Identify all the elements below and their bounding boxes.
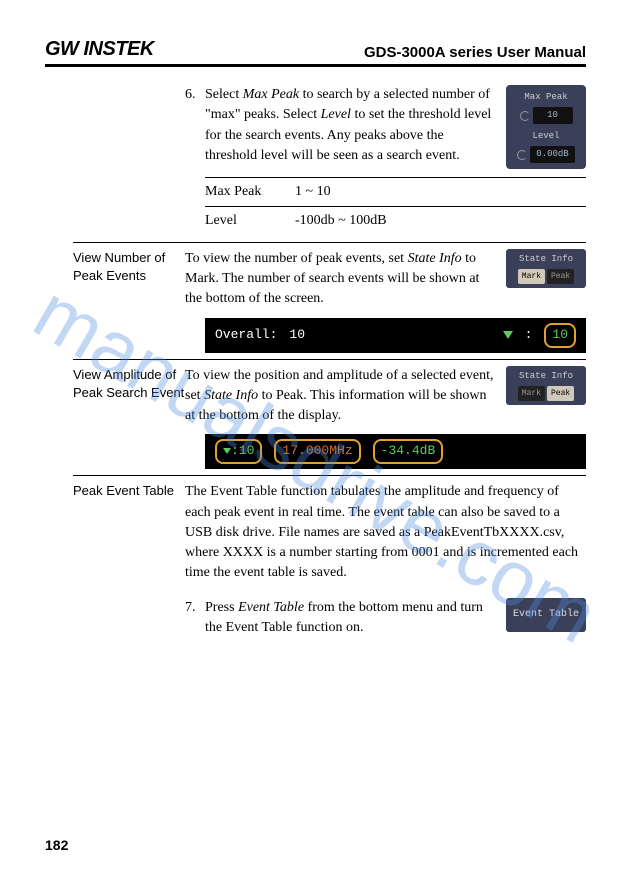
state-info-mark-panel: State Info Mark Peak (506, 249, 586, 310)
page-header: GW INSTEK GDS-3000A series User Manual (45, 38, 586, 67)
maxpeak-panel: Max Peak 10 Level 0.00dB (506, 85, 586, 169)
peak-table-text: The Event Table function tabulates the a… (185, 482, 586, 583)
spec-maxpeak: Max Peak 1 ~ 10 (205, 177, 586, 206)
spec-level: Level -100db ~ 100dB (205, 206, 586, 235)
view-amp-text: To view the position and amplitude of a … (185, 366, 498, 427)
peak-table-row: Peak Event Table The Event Table functio… (73, 475, 586, 646)
peak-table-label: Peak Event Table (73, 482, 185, 646)
overall-display-bar: Overall: 10 : 10 (205, 318, 586, 353)
reset-icon (517, 150, 527, 160)
state-info-peak-panel: State Info Mark Peak (506, 366, 586, 427)
peak-display-bar: :10 17.000MHz -34.4dB (205, 434, 586, 469)
brand-logo: GW INSTEK (45, 38, 154, 61)
manual-title: GDS-3000A series User Manual (364, 44, 586, 61)
step-6: 6. Select Max Peak to search by a select… (185, 85, 586, 169)
triangle-down-icon (503, 331, 513, 339)
view-amp-label: View Amplitude of Peak Search Event (73, 366, 185, 470)
step-7: 7. Press Event Table from the bottom men… (185, 598, 586, 639)
view-number-label: View Number of Peak Events (73, 249, 185, 353)
step6-row: 6. Select Max Peak to search by a select… (73, 85, 586, 236)
view-number-text: To view the number of peak events, set S… (185, 249, 498, 310)
view-amp-row: View Amplitude of Peak Search Event To v… (73, 359, 586, 470)
triangle-down-icon (223, 448, 231, 454)
event-table-button: Event Table (506, 598, 586, 639)
step6-text: Select Max Peak to search by a selected … (205, 85, 498, 169)
view-number-row: View Number of Peak Events To view the n… (73, 242, 586, 353)
reset-icon (520, 111, 530, 121)
page-number: 182 (45, 837, 68, 853)
step7-text: Press Event Table from the bottom menu a… (205, 598, 498, 639)
